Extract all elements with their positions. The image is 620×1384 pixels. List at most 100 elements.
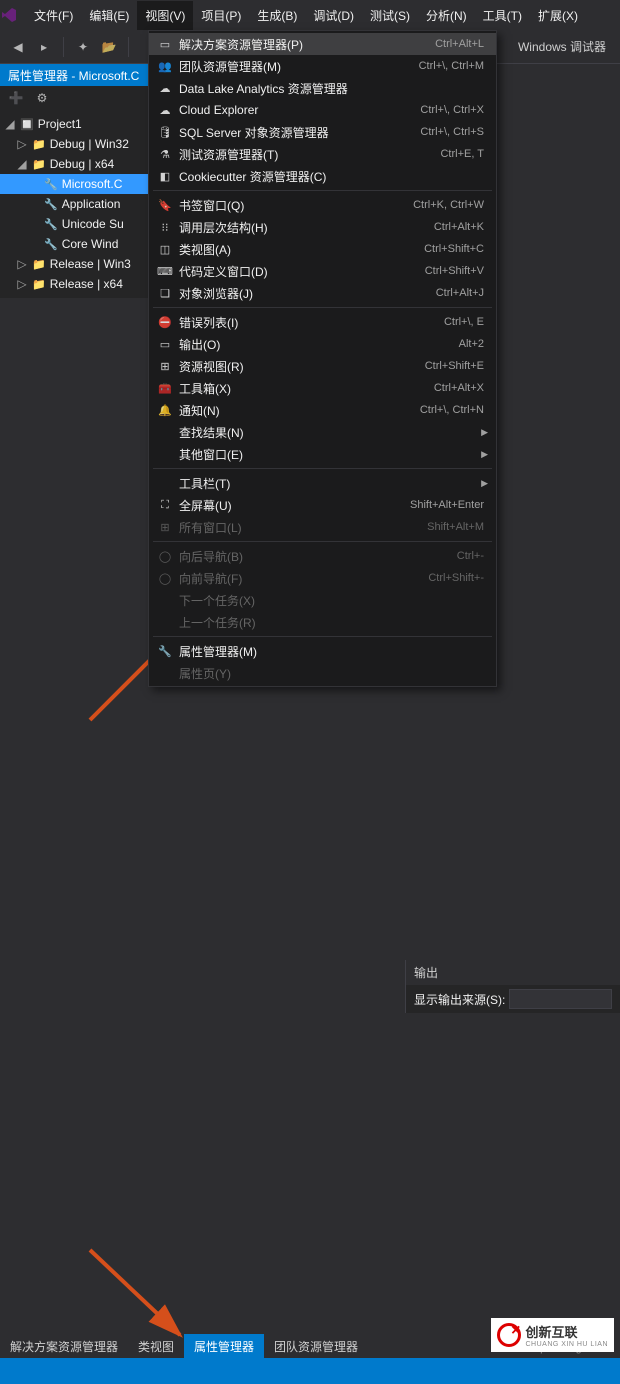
menu-nav-fwd: ◯向前导航(F)Ctrl+Shift+-: [149, 567, 496, 589]
menu-property-page: 属性页(Y): [149, 662, 496, 684]
wrench-icon: 🔧: [155, 645, 175, 658]
menu-error-list[interactable]: ⛔错误列表(I)Ctrl+\, E: [149, 311, 496, 333]
separator: [63, 37, 64, 57]
view-menu-dropdown: ▭解决方案资源管理器(P)Ctrl+Alt+L 👥团队资源管理器(M)Ctrl+…: [148, 30, 497, 687]
label: Application: [62, 197, 121, 211]
cookie-icon: ◧: [155, 170, 175, 183]
error-icon: ⛔: [155, 316, 175, 329]
separator: [153, 190, 492, 191]
back-icon: ◯: [155, 550, 175, 563]
menu-cloud-explorer[interactable]: ☁Cloud ExplorerCtrl+\, Ctrl+X: [149, 99, 496, 121]
output-title: 输出: [406, 960, 620, 985]
menu-fullscreen[interactable]: ⛶全屏幕(U)Shift+Alt+Enter: [149, 494, 496, 516]
menu-cookiecutter[interactable]: ◧Cookiecutter 资源管理器(C): [149, 165, 496, 187]
class-icon: ◫: [155, 243, 175, 256]
menu-notifications[interactable]: 🔔通知(N)Ctrl+\, Ctrl+N: [149, 399, 496, 421]
bottom-tabs: 解决方案资源管理器 类视图 属性管理器 团队资源管理器: [0, 1334, 368, 1358]
label: Debug | x64: [50, 157, 115, 171]
label: Core Wind: [62, 237, 119, 251]
code-icon: ⌨: [155, 265, 175, 278]
menu-toolbars[interactable]: 工具栏(T)▶: [149, 472, 496, 494]
menu-file[interactable]: 文件(F): [26, 1, 81, 30]
data-lake-icon: ☁: [155, 82, 175, 95]
object-icon: ❑: [155, 287, 175, 300]
sql-icon: 🛢: [155, 126, 175, 139]
menu-test-explorer[interactable]: ⚗测试资源管理器(T)Ctrl+E, T: [149, 143, 496, 165]
nav-fwd-icon[interactable]: ▸: [34, 37, 54, 57]
menu-view[interactable]: 视图(V): [137, 1, 193, 30]
menu-project[interactable]: 项目(P): [193, 1, 249, 30]
submenu-arrow-icon: ▶: [481, 427, 490, 438]
menu-next-task: 下一个任务(X): [149, 589, 496, 611]
fullscreen-icon: ⛶: [155, 499, 175, 512]
debugger-label[interactable]: Windows 调试器: [512, 38, 612, 55]
menu-object-browser[interactable]: ❑对象浏览器(J)Ctrl+Alt+J: [149, 282, 496, 304]
bookmark-icon: 🔖: [155, 199, 175, 212]
menu-data-lake[interactable]: ☁Data Lake Analytics 资源管理器: [149, 77, 496, 99]
submenu-arrow-icon: ▶: [481, 478, 490, 489]
toolbox-icon: 🧰: [155, 382, 175, 395]
output-source-label: 显示输出来源(S):: [414, 991, 505, 1008]
windows-icon: ⊞: [155, 521, 175, 534]
fwd-icon: ◯: [155, 572, 175, 585]
menu-prev-task: 上一个任务(R): [149, 611, 496, 633]
menu-output[interactable]: ▭输出(O)Alt+2: [149, 333, 496, 355]
test-icon: ⚗: [155, 148, 175, 161]
menu-solution-explorer[interactable]: ▭解决方案资源管理器(P)Ctrl+Alt+L: [149, 33, 496, 55]
open-icon[interactable]: 📂: [99, 37, 119, 57]
menu-tools[interactable]: 工具(T): [475, 1, 530, 30]
menu-sql-server[interactable]: 🛢SQL Server 对象资源管理器Ctrl+\, Ctrl+S: [149, 121, 496, 143]
solution-icon: ▭: [155, 38, 175, 51]
tab-solution-explorer[interactable]: 解决方案资源管理器: [0, 1334, 128, 1358]
separator: [128, 37, 129, 57]
menu-analyze[interactable]: 分析(N): [418, 1, 475, 30]
logo-mark-icon: [497, 1323, 521, 1347]
menu-find-results[interactable]: 查找结果(N)▶: [149, 421, 496, 443]
menu-test[interactable]: 测试(S): [362, 1, 418, 30]
menu-resource-view[interactable]: ⊞资源视图(R)Ctrl+Shift+E: [149, 355, 496, 377]
statusbar: [0, 1358, 620, 1384]
separator: [153, 468, 492, 469]
menu-other-windows[interactable]: 其他窗口(E)▶: [149, 443, 496, 465]
separator: [153, 307, 492, 308]
submenu-arrow-icon: ▶: [481, 449, 490, 460]
menu-build[interactable]: 生成(B): [249, 1, 305, 30]
menu-all-windows: ⊞所有窗口(L)Shift+Alt+M: [149, 516, 496, 538]
separator: [153, 541, 492, 542]
menu-call-hierarchy[interactable]: ⁝⁝调用层次结构(H)Ctrl+Alt+K: [149, 216, 496, 238]
separator: [153, 636, 492, 637]
menu-class-view[interactable]: ◫类视图(A)Ctrl+Shift+C: [149, 238, 496, 260]
nav-back-icon[interactable]: ◀: [8, 37, 28, 57]
menu-edit[interactable]: 编辑(E): [81, 1, 137, 30]
output-source-select[interactable]: [509, 989, 612, 1009]
resource-icon: ⊞: [155, 360, 175, 373]
tab-property-manager[interactable]: 属性管理器: [184, 1334, 264, 1358]
menubar: 文件(F) 编辑(E) 视图(V) 项目(P) 生成(B) 调试(D) 测试(S…: [0, 0, 620, 30]
menu-nav-back: ◯向后导航(B)Ctrl+-: [149, 545, 496, 567]
label: Release | x64: [50, 277, 123, 291]
menu-code-def[interactable]: ⌨代码定义窗口(D)Ctrl+Shift+V: [149, 260, 496, 282]
label: Microsoft.C: [62, 177, 123, 191]
brand-logo: 创新互联CHUANG XIN HU LIAN: [491, 1318, 614, 1352]
output-icon: ▭: [155, 338, 175, 351]
label: Release | Win3: [50, 257, 131, 271]
menu-property-manager[interactable]: 🔧属性管理器(M): [149, 640, 496, 662]
hierarchy-icon: ⁝⁝: [155, 221, 175, 234]
vs-logo-icon: [0, 6, 18, 24]
menu-extensions[interactable]: 扩展(X): [530, 1, 586, 30]
menu-toolbox[interactable]: 🧰工具箱(X)Ctrl+Alt+X: [149, 377, 496, 399]
menu-bookmark[interactable]: 🔖书签窗口(Q)Ctrl+K, Ctrl+W: [149, 194, 496, 216]
tab-team-explorer[interactable]: 团队资源管理器: [264, 1334, 368, 1358]
label: Debug | Win32: [50, 137, 129, 151]
team-icon: 👥: [155, 60, 175, 73]
output-panel: 输出 显示输出来源(S):: [405, 960, 620, 1013]
menu-debug[interactable]: 调试(D): [305, 1, 362, 30]
label: Unicode Su: [62, 217, 124, 231]
add-prop-icon[interactable]: ➕: [6, 88, 26, 108]
cloud-icon: ☁: [155, 104, 175, 117]
menu-team-explorer[interactable]: 👥团队资源管理器(M)Ctrl+\, Ctrl+M: [149, 55, 496, 77]
new-icon[interactable]: ✦: [73, 37, 93, 57]
prop-icon[interactable]: ⚙: [32, 88, 52, 108]
tab-class-view[interactable]: 类视图: [128, 1334, 184, 1358]
label: Project1: [38, 117, 82, 131]
